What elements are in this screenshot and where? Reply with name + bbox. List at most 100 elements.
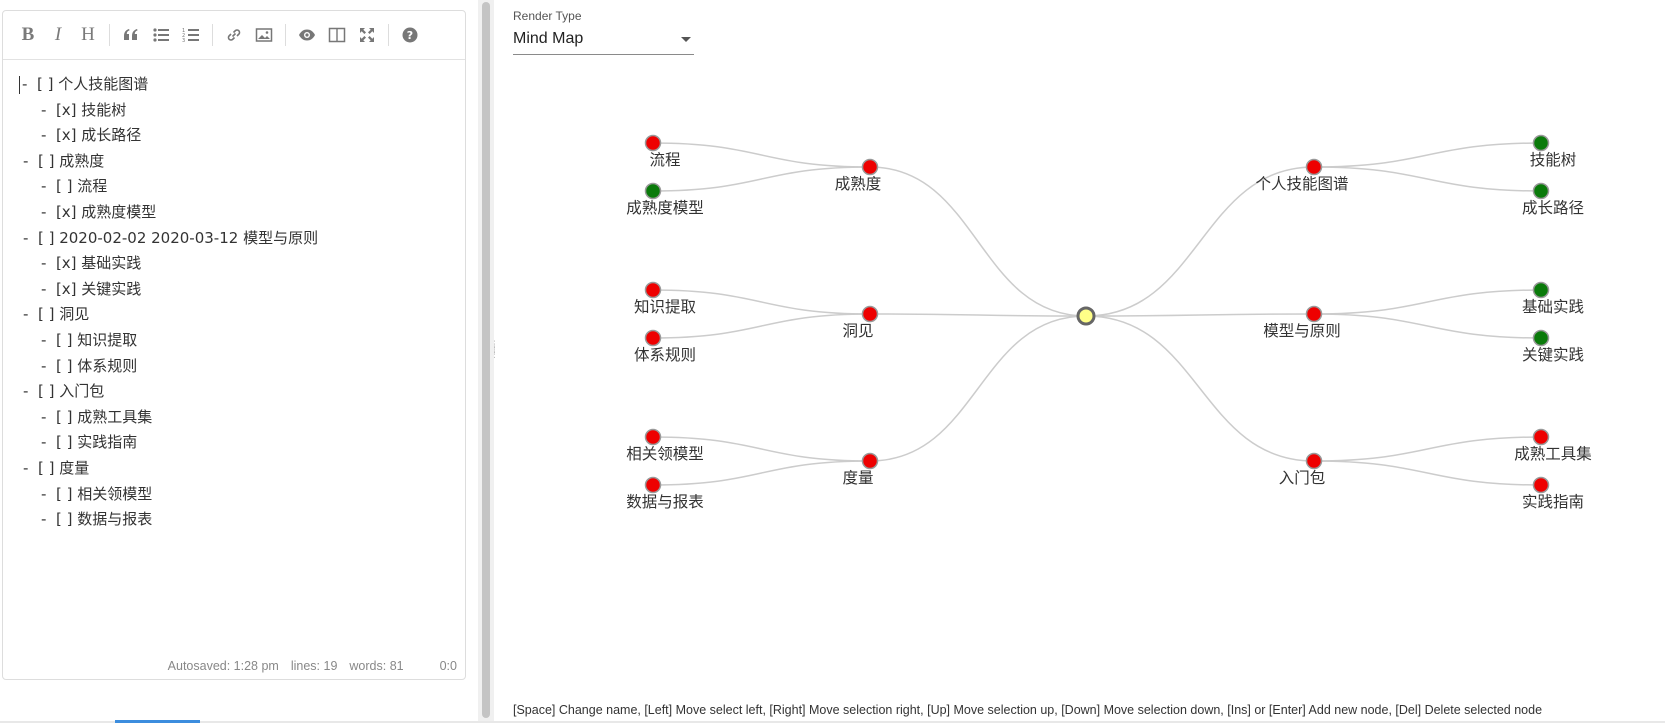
editor-line-text: - [ ] 成熟工具集	[41, 407, 153, 426]
editor-line: - [x] 关键实践	[19, 277, 457, 303]
editor-line-text: - [ ] 流程	[41, 177, 108, 196]
quote-button[interactable]	[116, 20, 146, 50]
mind-map-node[interactable]	[861, 305, 879, 323]
mind-map-node[interactable]	[1305, 158, 1323, 176]
mind-map-node[interactable]	[1305, 305, 1323, 323]
mind-map-link	[1313, 313, 1542, 339]
toolbar-divider	[388, 24, 389, 46]
editor-line-text: - [ ] 2020-02-02 2020-03-12 模型与原则	[23, 228, 319, 247]
editor-line: - [ ] 实践指南	[19, 430, 457, 456]
editor-text-area[interactable]: - [ ] 个人技能图谱 - [x] 技能树 - [x] 成长路径 - [ ] 成熟度…	[19, 72, 457, 639]
editor-line: - [ ] 体系规则	[19, 354, 457, 380]
link-button[interactable]	[219, 20, 249, 50]
mind-map-node-label[interactable]: 成熟度模型	[626, 199, 704, 217]
numbered-list-button[interactable]: 123	[176, 20, 206, 50]
status-bar: Autosaved: 1:28 pm lines: 19 words: 81 0…	[168, 659, 457, 673]
editor-line-text: - [ ] 体系规则	[41, 356, 138, 375]
fullscreen-button[interactable]	[352, 20, 382, 50]
heading-button[interactable]: H	[73, 20, 103, 50]
eye-icon	[299, 29, 315, 41]
mind-map-node-label[interactable]: 度量	[842, 469, 873, 487]
line-count: lines: 19	[290, 659, 338, 673]
editor-line-text: - [ ] 个人技能图谱	[22, 75, 149, 93]
mind-map-node[interactable]	[861, 158, 879, 176]
bullet-list-button[interactable]	[146, 20, 176, 50]
editor-toolbar: B I H 123 ?	[3, 11, 465, 60]
mind-map-node-label[interactable]: 流程	[649, 151, 680, 169]
italic-button[interactable]: I	[43, 20, 73, 50]
image-icon	[255, 28, 273, 42]
mind-map-node-label[interactable]: 模型与原则	[1263, 322, 1341, 340]
mind-map-node-label[interactable]: 个人技能图谱	[1255, 175, 1348, 193]
mind-map-node-label[interactable]: 相关领模型	[626, 445, 704, 463]
image-button[interactable]	[249, 20, 279, 50]
mind-map-node-label[interactable]: 实践指南	[1522, 493, 1584, 511]
toolbar-divider	[109, 24, 110, 46]
mind-map-node-label[interactable]: 成熟度	[835, 175, 882, 193]
mind-map-node-label[interactable]: 技能树	[1530, 151, 1577, 169]
mind-map-node[interactable]	[1532, 476, 1550, 494]
mind-map-node-label[interactable]: 成熟工具集	[1514, 445, 1592, 463]
mind-map-node-label[interactable]: 入门包	[1279, 469, 1326, 487]
mind-map-node-label[interactable]: 数据与报表	[626, 493, 704, 511]
word-count: words: 81	[349, 659, 404, 673]
mind-map-root-node[interactable]	[1076, 306, 1096, 326]
mind-map-node[interactable]	[1532, 428, 1550, 446]
editor-line: - [ ] 成熟工具集	[19, 405, 457, 431]
mind-map-node-label[interactable]: 关键实践	[1522, 346, 1584, 364]
fullscreen-icon	[360, 28, 374, 42]
mind-map-node[interactable]	[644, 134, 662, 152]
mind-map-node[interactable]	[644, 476, 662, 494]
preview-button[interactable]	[292, 20, 322, 50]
editor-line-text: - [ ] 相关领模型	[41, 484, 153, 503]
mind-map-link	[652, 460, 871, 486]
mind-map-node[interactable]	[1532, 281, 1550, 299]
link-icon	[227, 29, 241, 41]
toolbar-divider	[212, 24, 213, 46]
editor-line: - [ ] 度量	[19, 456, 457, 482]
mind-map-link	[652, 142, 871, 168]
mind-map-node[interactable]	[644, 182, 662, 200]
editor-line-text: - [ ] 实践指南	[41, 433, 138, 452]
editor-line: - [x] 成熟度模型	[19, 200, 457, 226]
editor-line-text: - [ ] 洞见	[23, 305, 90, 324]
mind-map-node[interactable]	[1305, 452, 1323, 470]
mind-map-node-label[interactable]: 成长路径	[1522, 199, 1584, 217]
editor-line: - [ ] 流程	[19, 174, 457, 200]
columns-icon	[328, 27, 346, 43]
mind-map-node[interactable]	[1532, 182, 1550, 200]
mind-map-node-label[interactable]: 洞见	[842, 322, 873, 340]
editor-line: - [ ] 入门包	[19, 379, 457, 405]
mind-map-node[interactable]	[861, 452, 879, 470]
autosaved-status: Autosaved: 1:28 pm	[167, 659, 279, 673]
text-cursor	[19, 75, 20, 94]
editor-line-text: - [ ] 成熟度	[23, 151, 105, 170]
mind-map-node-label[interactable]: 知识提取	[634, 298, 696, 316]
mind-map-node-label[interactable]: 体系规则	[634, 346, 696, 364]
editor-line-text: - [ ] 度量	[23, 458, 90, 477]
mind-map-link	[1313, 289, 1542, 315]
mind-map-link	[1313, 460, 1542, 486]
help-button[interactable]: ?	[395, 20, 425, 50]
side-by-side-button[interactable]	[322, 20, 352, 50]
editor-line-text: - [x] 技能树	[41, 100, 127, 119]
mind-map-link	[869, 313, 1087, 317]
editor-line: - [x] 基础实践	[19, 251, 457, 277]
mind-map-node-label[interactable]: 基础实践	[1522, 298, 1584, 316]
mind-map-node[interactable]	[644, 329, 662, 347]
mind-map-link	[1085, 313, 1315, 317]
bold-button[interactable]: B	[13, 20, 43, 50]
mind-map-node[interactable]	[644, 428, 662, 446]
editor-line: - [ ] 成熟度	[19, 149, 457, 175]
mind-map-canvas[interactable]: 成熟度 流程成熟度模型洞见 知识提取体系规则度量 相关领模型数据与报表 个人技能图谱 技能…	[502, 0, 1665, 700]
editor-line-text: - [x] 关键实践	[41, 279, 142, 298]
mind-map-node[interactable]	[644, 281, 662, 299]
numbered-list-icon: 123	[182, 28, 199, 44]
editor-line: - [ ] 知识提取	[19, 328, 457, 354]
scrollbar-thumb[interactable]	[482, 2, 490, 718]
mind-map-link	[1313, 436, 1542, 462]
mind-map-node[interactable]	[1532, 329, 1550, 347]
mind-map-node[interactable]	[1532, 134, 1550, 152]
editor-line: - [ ] 相关领模型	[19, 482, 457, 508]
resize-grip-icon[interactable]: ⋮ ⋮ ⋮	[490, 340, 499, 376]
